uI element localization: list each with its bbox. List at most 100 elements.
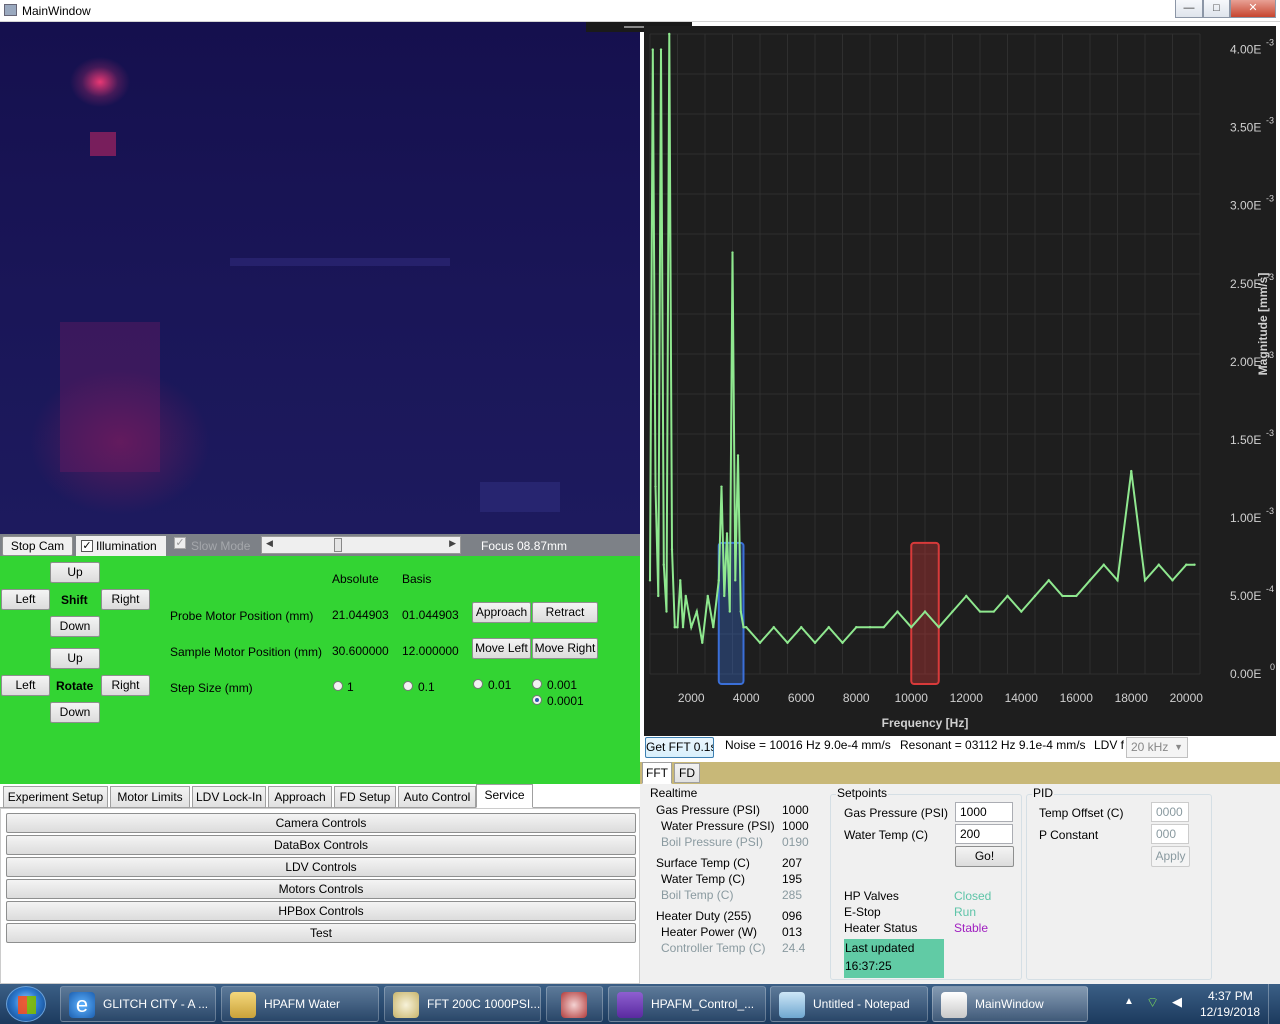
- fft-data-point: [896, 610, 899, 613]
- heater-duty-label: Heater Duty (255): [656, 909, 752, 923]
- stop-cam-button[interactable]: Stop Cam: [2, 536, 73, 556]
- y-tick-label: 5.00E: [1230, 589, 1261, 603]
- rotate-down-button[interactable]: Down: [50, 702, 100, 723]
- fft-data-point: [1047, 579, 1050, 582]
- service-panel: Camera Controls DataBox Controls LDV Con…: [0, 808, 640, 984]
- illumination-checkbox-area[interactable]: ✓ Illumination: [76, 536, 166, 556]
- start-button[interactable]: [6, 986, 46, 1022]
- fft-data-point: [731, 251, 734, 254]
- clock-time[interactable]: 4:37 PM: [1208, 989, 1253, 1003]
- fft-data-point: [684, 594, 687, 598]
- fft-data-point: [734, 579, 737, 582]
- shift-left-button[interactable]: Left: [1, 589, 50, 610]
- task-notepad[interactable]: Untitled - Notepad: [770, 986, 928, 1022]
- task-hpafm-water-label: HPAFM Water: [264, 997, 341, 1011]
- fft-data-point: [648, 579, 652, 582]
- tab-experiment-setup[interactable]: Experiment Setup: [3, 786, 108, 808]
- temp-offset-input[interactable]: 0000: [1151, 802, 1189, 822]
- task-hpafm-water[interactable]: HPAFM Water: [221, 986, 379, 1022]
- databox-controls-button[interactable]: DataBox Controls: [6, 835, 636, 855]
- fft-data-point: [745, 625, 748, 629]
- settings-tab-strip: Experiment Setup Motor Limits LDV Lock-I…: [0, 784, 640, 808]
- setpoint-gas-pressure-label: Gas Pressure (PSI): [844, 806, 949, 820]
- fft-data-point: [937, 625, 940, 629]
- maximize-button[interactable]: □: [1203, 0, 1230, 18]
- task-paint-fft-label: FFT 200C 1000PSI....: [427, 997, 541, 1011]
- tray-expand-icon[interactable]: ▲: [1124, 996, 1134, 1007]
- task-paint-fft[interactable]: FFT 200C 1000PSI....: [384, 986, 541, 1022]
- band-red: [910, 541, 940, 685]
- task-snipping-tool[interactable]: [546, 986, 603, 1022]
- fft-data-point: [725, 532, 729, 535]
- tab-fd-setup[interactable]: FD Setup: [334, 786, 396, 808]
- tab-service[interactable]: Service: [476, 784, 533, 808]
- get-fft-button[interactable]: Get FFT 0.1s: [645, 737, 714, 758]
- shift-up-button[interactable]: Up: [50, 562, 100, 583]
- ldv-frequency-select[interactable]: 20 kHz ▼: [1126, 737, 1188, 758]
- motors-controls-button[interactable]: Motors Controls: [6, 879, 636, 899]
- tab-motor-limits[interactable]: Motor Limits: [110, 786, 190, 808]
- tab-fft[interactable]: FFT: [642, 762, 672, 784]
- task-visual-studio[interactable]: HPAFM_Control_...: [608, 986, 766, 1022]
- checkmark-icon[interactable]: ✓: [81, 540, 93, 552]
- y-tick-exponent: -3: [1266, 428, 1274, 438]
- task-glitch-city[interactable]: e GLITCH CITY - A ...: [60, 986, 216, 1022]
- rotate-right-button[interactable]: Right: [101, 675, 150, 696]
- setpoint-water-temp-input[interactable]: 200: [955, 824, 1013, 844]
- camera-controls-button[interactable]: Camera Controls: [6, 813, 636, 833]
- step-radio-0-0001[interactable]: [532, 695, 542, 705]
- approach-button[interactable]: Approach: [472, 602, 531, 623]
- slider-right-arrow-icon[interactable]: ▶: [449, 538, 456, 549]
- step-label-0-1: 0.1: [418, 680, 435, 694]
- fft-data-point: [736, 454, 740, 457]
- ldv-controls-button[interactable]: LDV Controls: [6, 857, 636, 877]
- retract-button[interactable]: Retract: [532, 602, 598, 623]
- go-button[interactable]: Go!: [955, 846, 1014, 867]
- test-button[interactable]: Test: [6, 923, 636, 943]
- rotate-left-button[interactable]: Left: [1, 675, 50, 696]
- p-constant-input[interactable]: 000: [1151, 824, 1189, 844]
- step-radio-1[interactable]: [333, 681, 343, 691]
- show-desktop-button[interactable]: [1268, 984, 1280, 1024]
- move-right-button[interactable]: Move Right: [532, 638, 598, 659]
- estop-label: E-Stop: [844, 905, 881, 919]
- step-radio-0-01[interactable]: [473, 679, 483, 689]
- slider-thumb[interactable]: [334, 538, 342, 552]
- fft-data-point: [1088, 579, 1092, 582]
- minimize-button[interactable]: —: [1175, 0, 1203, 18]
- tab-auto-control[interactable]: Auto Control: [398, 786, 476, 808]
- gas-pressure-value: 1000: [782, 803, 809, 817]
- task-visual-studio-label: HPAFM_Control_...: [651, 997, 755, 1011]
- step-radio-0-001[interactable]: [532, 679, 542, 689]
- fft-data-point: [772, 625, 775, 629]
- rotate-up-button[interactable]: Up: [50, 648, 100, 669]
- shift-right-button[interactable]: Right: [101, 589, 150, 610]
- fft-data-point: [701, 641, 704, 644]
- tab-approach[interactable]: Approach: [268, 786, 332, 808]
- hpbox-controls-button[interactable]: HPBox Controls: [6, 901, 636, 921]
- sample-position-label: Sample Motor Position (mm): [170, 645, 323, 659]
- fft-data-point: [827, 625, 830, 629]
- apply-button[interactable]: Apply: [1151, 846, 1190, 867]
- focus-slider[interactable]: ◀ ▶: [261, 536, 461, 554]
- volume-icon[interactable]: ◀: [1172, 994, 1182, 1010]
- y-tick-label: 4.00E: [1230, 43, 1261, 57]
- close-button[interactable]: ✕: [1230, 0, 1276, 18]
- wifi-icon[interactable]: ⌔: [1146, 994, 1159, 1012]
- fft-data-point: [1193, 563, 1196, 566]
- tab-ldv-lock-in[interactable]: LDV Lock-In: [192, 786, 266, 808]
- fft-data-point: [855, 625, 858, 629]
- shift-down-button[interactable]: Down: [50, 616, 100, 637]
- task-mainwindow[interactable]: MainWindow: [932, 986, 1088, 1022]
- fft-chart[interactable]: 2000 4000 6000 8000 10000 12000 14000 16000 1800…: [644, 26, 1276, 736]
- step-radio-0-1[interactable]: [403, 681, 413, 691]
- slider-left-arrow-icon[interactable]: ◀: [266, 538, 273, 549]
- estop-value: Run: [954, 905, 977, 919]
- tab-fd[interactable]: FD: [674, 763, 700, 783]
- slow-mode-checkbox[interactable]: ✓: [174, 537, 186, 549]
- snipping-tool-icon: [561, 992, 587, 1018]
- move-left-button[interactable]: Move Left: [472, 638, 531, 659]
- clock-date[interactable]: 12/19/2018: [1200, 1005, 1260, 1019]
- setpoint-gas-pressure-input[interactable]: 1000: [955, 802, 1013, 822]
- fft-data-point: [665, 610, 668, 613]
